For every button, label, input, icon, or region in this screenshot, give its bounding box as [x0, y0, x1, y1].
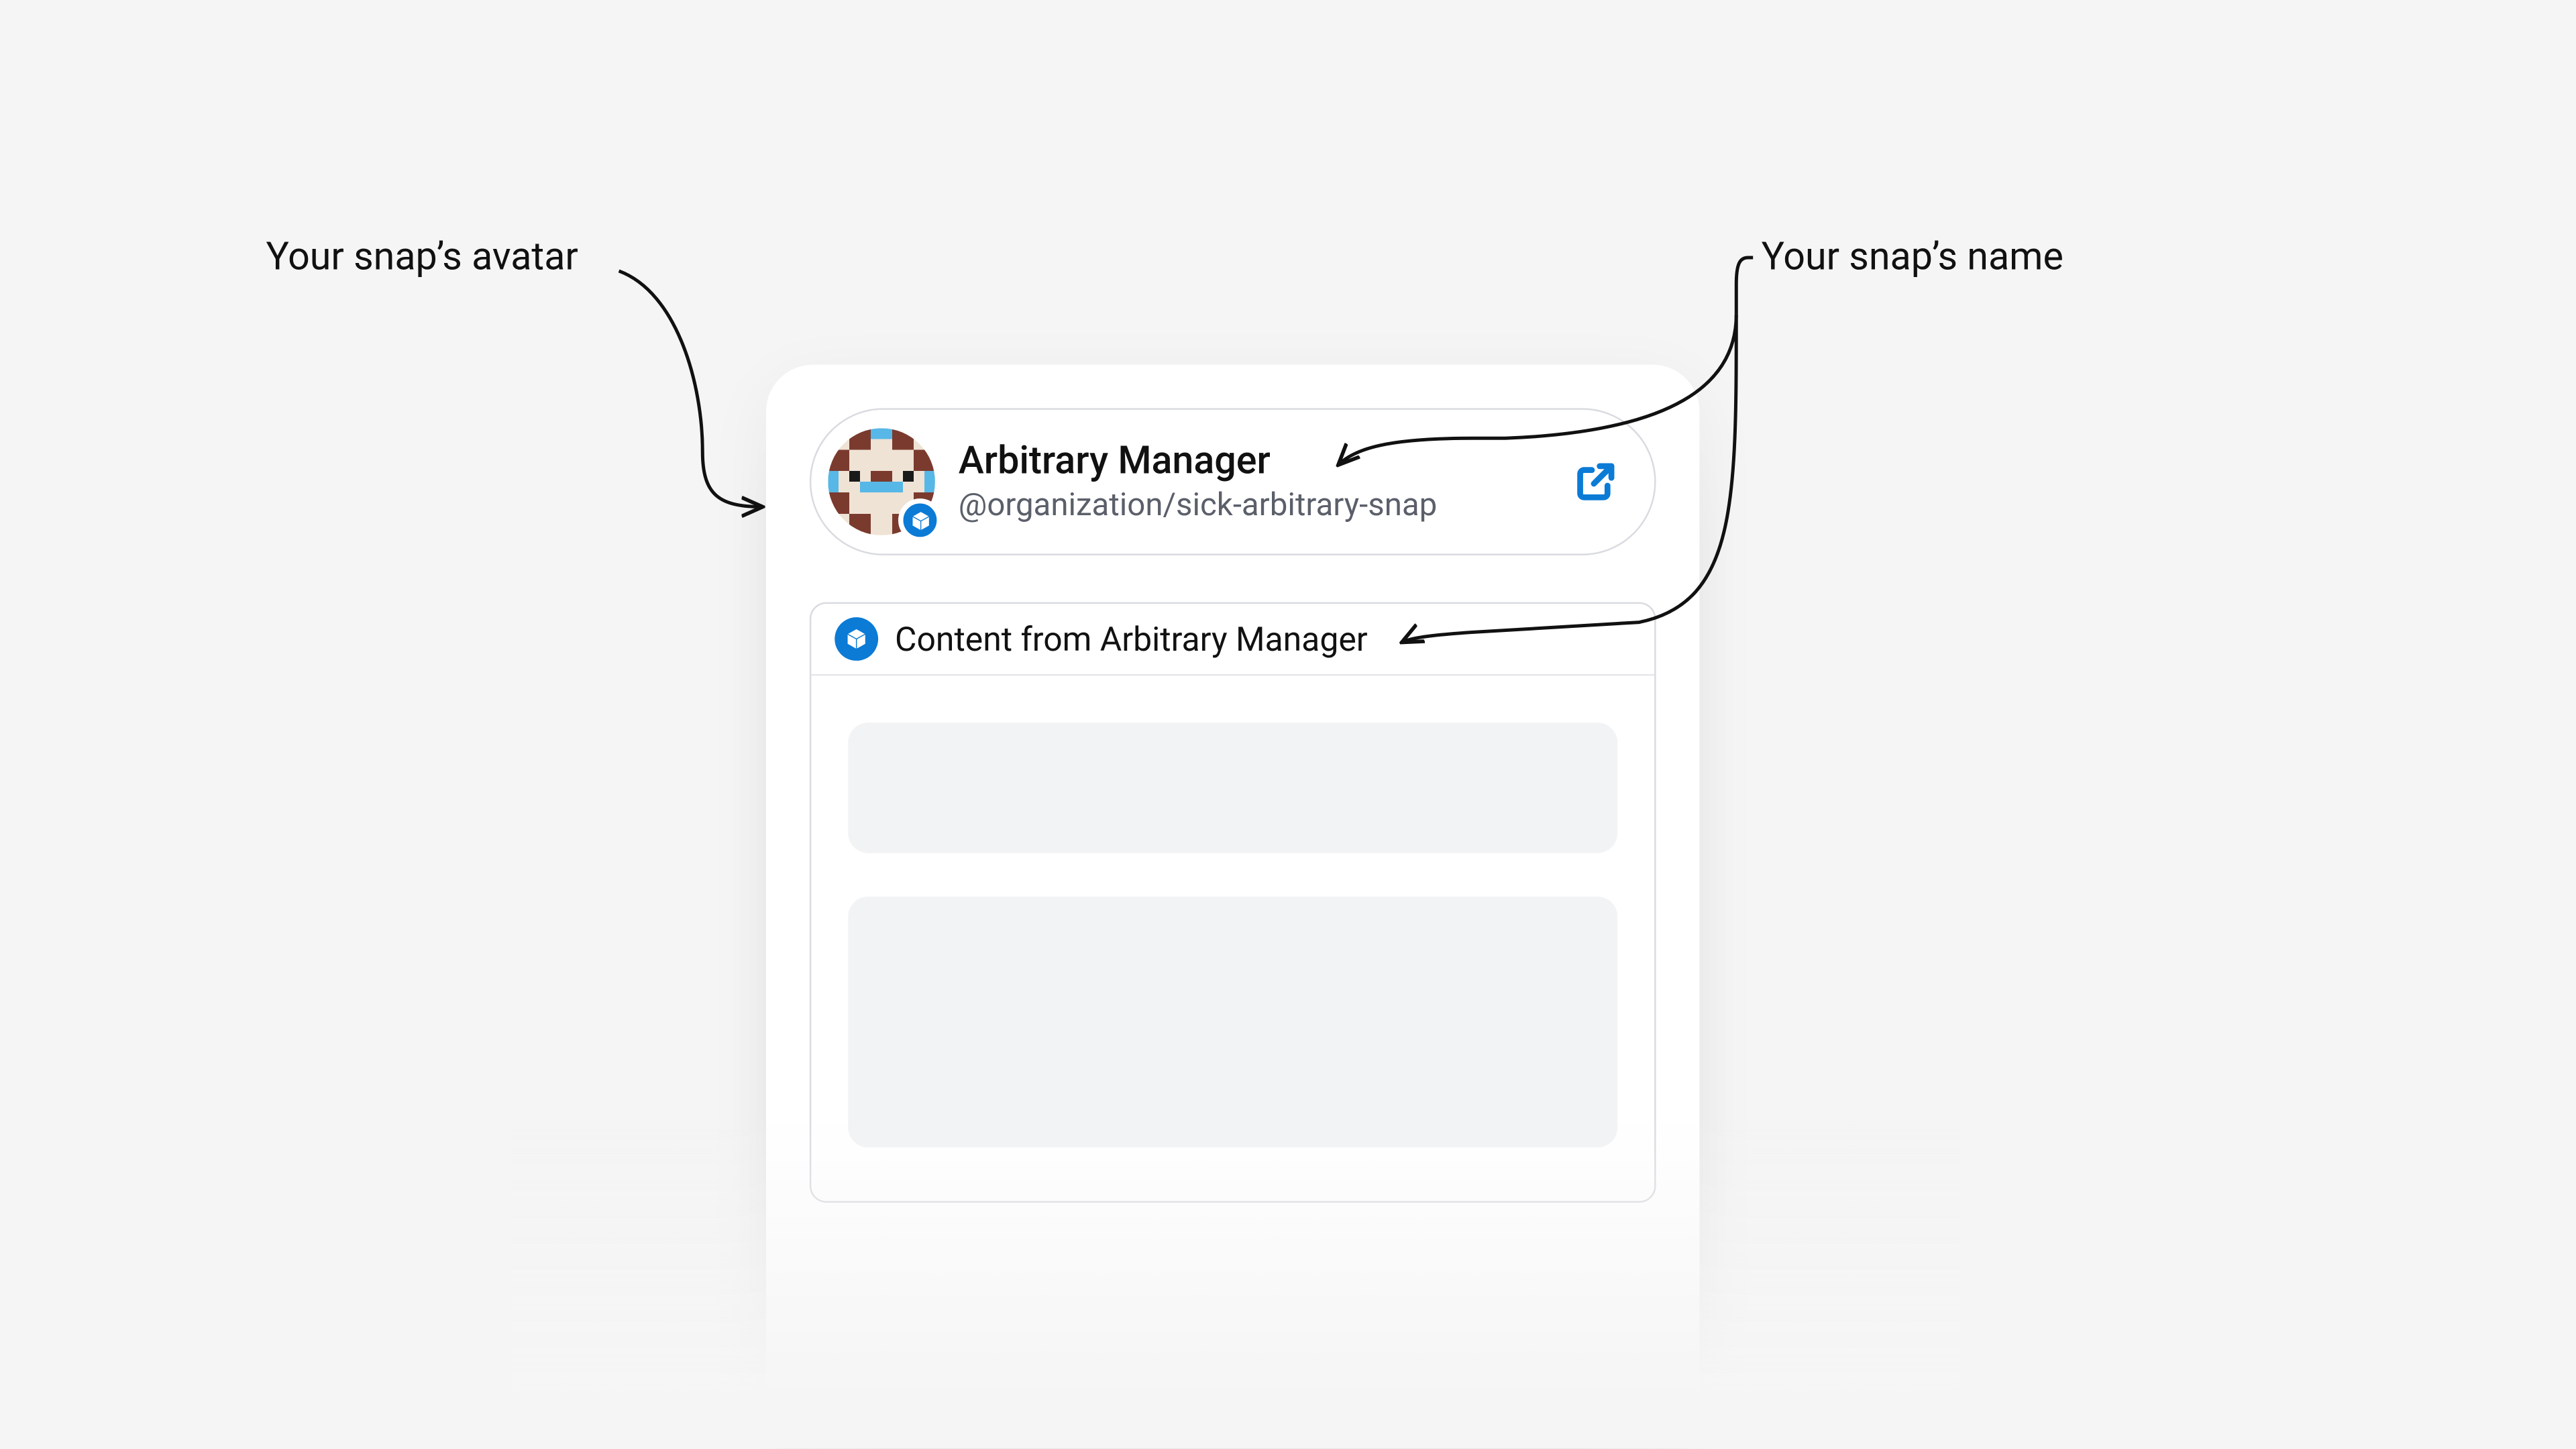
snap-name: Arbitrary Manager — [959, 440, 1544, 484]
content-panel-header: Content from Arbitrary Manager — [811, 604, 1654, 676]
avatar — [828, 429, 935, 536]
annotation-name-label: Your snap’s name — [1762, 234, 2063, 279]
snap-title-column: Arbitrary Manager @organization/sick-arb… — [959, 440, 1544, 524]
placeholder-block — [848, 897, 1617, 1148]
snap-card: Arbitrary Manager @organization/sick-arb… — [766, 365, 1699, 1449]
content-panel-title: Content from Arbitrary Manager — [895, 619, 1368, 659]
snap-badge-icon — [898, 498, 942, 542]
content-panel-body — [811, 676, 1654, 1201]
box-icon — [835, 617, 878, 661]
annotation-avatar-label: Your snap’s avatar — [266, 234, 578, 279]
external-link-icon — [1572, 459, 1619, 506]
snap-handle: @organization/sick-arbitrary-snap — [959, 488, 1544, 524]
snap-header-pill[interactable]: Arbitrary Manager @organization/sick-arb… — [810, 409, 1656, 555]
placeholder-block — [848, 722, 1617, 853]
external-link-button[interactable] — [1567, 453, 1624, 511]
content-panel: Content from Arbitrary Manager — [810, 602, 1656, 1203]
